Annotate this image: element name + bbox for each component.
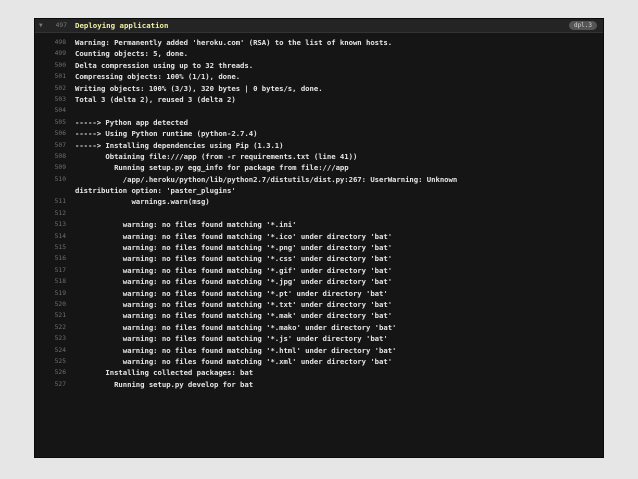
line-number-link[interactable]: 519 [35, 288, 66, 299]
line-number-link[interactable]: 508 [35, 151, 66, 162]
line-number-link[interactable]: 511 [35, 196, 66, 207]
log-line-text: Warning: Permanently added 'heroku.com' … [75, 38, 393, 47]
log-line: 510 /app/.heroku/python/lib/python2.7/di… [35, 174, 603, 185]
log-line-text: warning: no files found matching '*.gif'… [75, 265, 393, 275]
log-line-text: warning: no files found matching '*.ico'… [75, 231, 393, 241]
log-line-text: Writing objects: 100% (3/3), 320 bytes |… [75, 83, 323, 93]
line-number-link[interactable]: 503 [35, 94, 66, 105]
log-line: 512 [35, 208, 603, 219]
log-line: 499 Counting objects: 5, done. [35, 48, 603, 59]
log-line-text: warning: no files found matching '*.png'… [75, 243, 393, 253]
line-number-link[interactable]: 525 [35, 356, 66, 367]
line-number-link[interactable]: 516 [35, 253, 66, 264]
line-number-link[interactable]: 514 [35, 231, 66, 242]
log-line: 501 Compressing objects: 100% (1/1), done… [35, 71, 603, 82]
line-number-link[interactable]: 500 [35, 60, 66, 71]
line-number-link[interactable]: 509 [35, 162, 66, 173]
fold-title: Deploying application [75, 21, 169, 30]
log-line-text: warnings.warn(msg) [75, 197, 210, 207]
log-line: 525 warning: no files found matching '*.… [35, 356, 603, 367]
line-number-link[interactable]: 526 [35, 367, 66, 378]
log-line: 511 warnings.warn(msg) [35, 196, 603, 207]
line-number-link[interactable]: 527 [35, 379, 66, 390]
log-line: 519 warning: no files found matching '*.… [35, 288, 603, 299]
line-number-link[interactable]: 513 [35, 219, 66, 230]
line-number-link[interactable]: 504 [35, 105, 66, 116]
log-line-text: Obtaining file:///app (from -r requireme… [75, 151, 358, 161]
log-line: distribution option: 'paster_plugins' [35, 185, 603, 196]
line-number-link[interactable]: 520 [35, 299, 66, 310]
line-number-link[interactable]: 510 [35, 174, 66, 185]
line-number-link[interactable]: 517 [35, 265, 66, 276]
log-line-text: warning: no files found matching '*.ini' [75, 220, 297, 230]
log-line-text: Total 3 (delta 2), reused 3 (delta 2) [75, 94, 236, 104]
log-line: 526 Installing collected packages: bat [35, 367, 603, 378]
line-number-link[interactable]: 505 [35, 117, 66, 128]
log-line: 513 warning: no files found matching '*.… [35, 219, 603, 230]
log-line-text: warning: no files found matching '*.html… [75, 345, 397, 355]
line-number-link[interactable]: 507 [35, 140, 66, 151]
header-line-number[interactable]: 497 [47, 21, 67, 31]
line-number-link[interactable]: 524 [35, 345, 66, 356]
log-line-text: warning: no files found matching '*.xml'… [75, 356, 393, 366]
log-line-text: Running setup.py develop for bat [75, 379, 254, 389]
line-number-link[interactable]: 512 [35, 208, 66, 219]
log-lines: 498 Warning: Permanently added 'heroku.co… [35, 37, 603, 390]
log-line: 498 Warning: Permanently added 'heroku.co… [35, 37, 603, 48]
line-number-link[interactable]: 498 [35, 37, 66, 48]
log-line-text: Running setup.py egg_info for package fr… [75, 163, 349, 173]
log-line-text: Delta compression using up to 32 threads… [75, 60, 254, 70]
log-line: 504 [35, 105, 603, 116]
log-line: 514 warning: no files found matching '*.… [35, 231, 603, 242]
line-number-link[interactable]: 518 [35, 276, 66, 287]
line-number-link[interactable]: 515 [35, 242, 66, 253]
log-line-text: warning: no files found matching '*.css'… [75, 254, 393, 264]
log-line-text: -----> Installing dependencies using Pip… [75, 140, 284, 150]
log-line: 523 warning: no files found matching '*.… [35, 333, 603, 344]
line-number-link[interactable]: 523 [35, 333, 66, 344]
log-line: 520 warning: no files found matching '*.… [35, 299, 603, 310]
log-line-text: warning: no files found matching '*.mako… [75, 322, 397, 332]
log-line-text: warning: no files found matching '*.mak'… [75, 311, 393, 321]
log-line: 521 warning: no files found matching '*.… [35, 310, 603, 321]
build-log-console: ▼ 497 Deploying application dpl.3 498 War… [34, 18, 604, 458]
line-number-link[interactable]: 501 [35, 71, 66, 82]
log-line: 524 warning: no files found matching '*.… [35, 345, 603, 356]
fold-badge: dpl.3 [568, 21, 597, 30]
log-line-text: warning: no files found matching '*.jpg'… [75, 277, 393, 287]
log-line-text: warning: no files found matching '*.js' … [75, 334, 388, 344]
log-line-text: Compressing objects: 100% (1/1), done. [75, 72, 241, 82]
log-line: 522 warning: no files found matching '*.… [35, 322, 603, 333]
line-number-link[interactable]: 522 [35, 322, 66, 333]
line-number-link[interactable]: 499 [35, 48, 66, 59]
log-line: 527 Running setup.py develop for bat [35, 379, 603, 390]
line-number-link[interactable]: 521 [35, 310, 66, 321]
log-line-text: warning: no files found matching '*.txt'… [75, 299, 393, 309]
log-line-text: distribution option: 'paster_plugins' [75, 186, 236, 196]
log-fold-header[interactable]: ▼ 497 Deploying application dpl.3 [35, 19, 603, 33]
log-line: 500 Delta compression using up to 32 thre… [35, 60, 603, 71]
log-line-text: -----> Using Python runtime (python-2.7.… [75, 129, 258, 139]
log-line: 517 warning: no files found matching '*.… [35, 265, 603, 276]
log-line: 506 -----> Using Python runtime (python-2… [35, 128, 603, 139]
log-line-text: Installing collected packages: bat [75, 368, 254, 378]
log-line: 509 Running setup.py egg_info for packag… [35, 162, 603, 173]
log-line-text: -----> Python app detected [75, 117, 188, 127]
page-background: ▼ 497 Deploying application dpl.3 498 War… [0, 0, 638, 479]
log-line: 503 Total 3 (delta 2), reused 3 (delta 2) [35, 94, 603, 105]
log-line: 507 -----> Installing dependencies using … [35, 140, 603, 151]
line-number-link[interactable]: 502 [35, 83, 66, 94]
log-line-text: /app/.heroku/python/lib/python2.7/distut… [75, 174, 458, 184]
line-number-link[interactable]: 506 [35, 128, 66, 139]
log-line-text: warning: no files found matching '*.pt' … [75, 288, 388, 298]
log-line: 515 warning: no files found matching '*.… [35, 242, 603, 253]
log-line-text: Counting objects: 5, done. [75, 49, 188, 59]
log-line: 508 Obtaining file:///app (from -r requi… [35, 151, 603, 162]
log-line: 518 warning: no files found matching '*.… [35, 276, 603, 287]
fold-toggle-icon[interactable]: ▼ [39, 21, 43, 31]
log-line: 502 Writing objects: 100% (3/3), 320 byte… [35, 83, 603, 94]
log-line: 516 warning: no files found matching '*.… [35, 253, 603, 264]
log-line: 505 -----> Python app detected [35, 117, 603, 128]
